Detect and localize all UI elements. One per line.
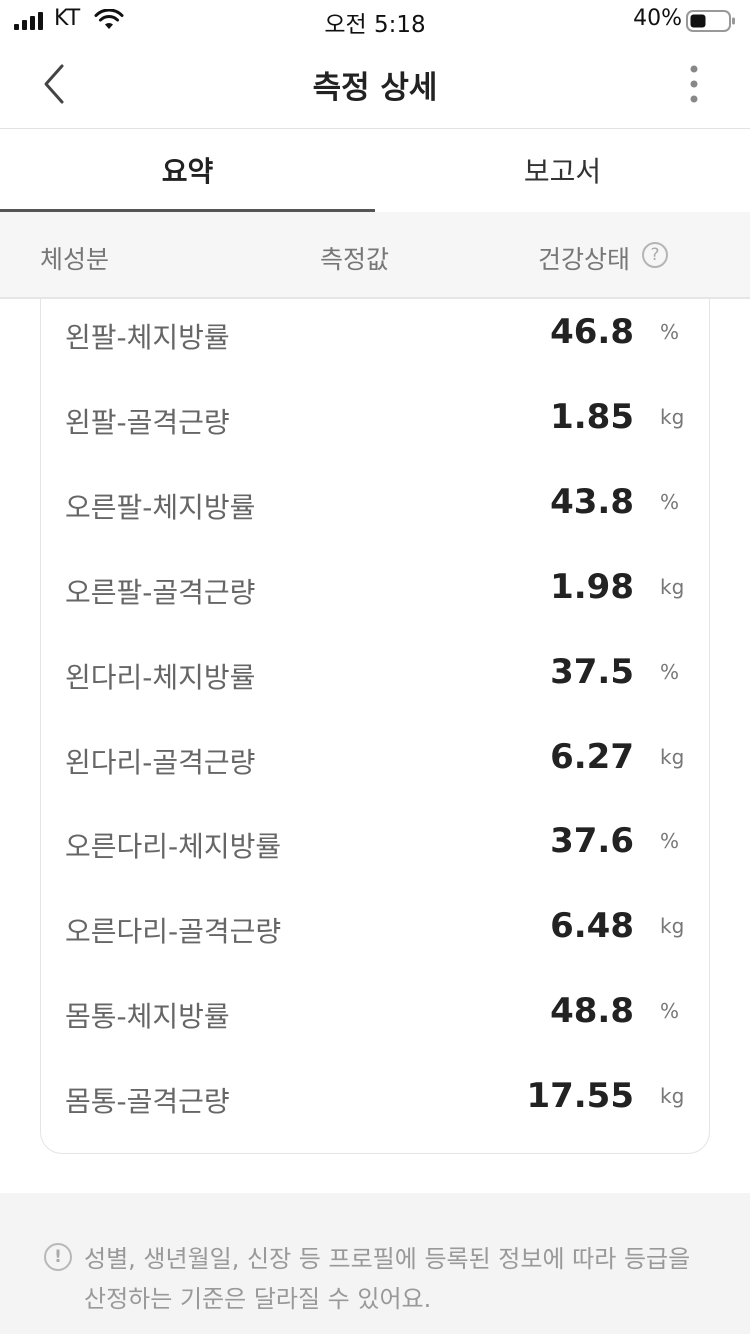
row-unit: kg	[660, 914, 685, 938]
exclamation-info-icon: !	[44, 1243, 72, 1271]
row-label: 왼팔-체지방률	[65, 321, 230, 354]
row-label: 오른팔-골격근량	[65, 576, 256, 609]
row-label: 오른다리-골격근량	[65, 915, 282, 948]
more-options-icon[interactable]	[682, 64, 706, 104]
row-value: 37.6	[550, 821, 634, 861]
tab-report[interactable]: 보고서	[375, 129, 750, 212]
row-label: 몸통-체지방률	[65, 1000, 230, 1033]
table-row: 왼다리-골격근량 6.27 kg	[41, 729, 709, 789]
column-header-component: 체성분	[40, 245, 110, 274]
row-value: 37.5	[550, 652, 634, 692]
row-value: 1.85	[550, 397, 634, 437]
table-row: 오른팔-체지방률 43.8 %	[41, 474, 709, 534]
tab-summary[interactable]: 요약	[0, 129, 375, 212]
table-row: 몸통-골격근량 17.55 kg	[41, 1068, 709, 1128]
help-question-icon[interactable]: ?	[642, 242, 668, 268]
row-unit: %	[660, 829, 680, 853]
row-label: 오른다리-체지방률	[65, 830, 282, 863]
row-value: 6.48	[550, 906, 634, 946]
table-row: 오른다리-골격근량 6.48 kg	[41, 898, 709, 958]
row-value: 43.8	[550, 482, 634, 522]
row-unit: %	[660, 490, 680, 514]
table-header: 체성분 측정값 건강상태 ?	[0, 212, 750, 299]
table-row: 왼팔-체지방률 46.8 %	[41, 304, 709, 364]
row-label: 몸통-골격근량	[65, 1085, 230, 1118]
row-unit: kg	[660, 405, 685, 429]
notice-text: 성별, 생년월일, 신장 등 프로필에 등록된 정보에 따라 등급을 산정하는 …	[84, 1245, 691, 1313]
row-label: 왼다리-골격근량	[65, 746, 256, 779]
row-value: 6.27	[550, 737, 634, 777]
tab-bar: 요약 보고서	[0, 129, 750, 213]
battery-icon	[686, 10, 735, 32]
row-unit: kg	[660, 745, 685, 769]
row-label: 왼다리-체지방률	[65, 661, 256, 694]
row-unit: %	[660, 320, 680, 344]
table-row: 몸통-체지방률 48.8 %	[41, 983, 709, 1043]
row-unit: %	[660, 660, 680, 684]
table-row: 왼팔-골격근량 1.85 kg	[41, 389, 709, 449]
measurement-card: 왼팔-체지방률 46.8 % 왼팔-골격근량 1.85 kg 오른팔-체지방률 …	[40, 299, 710, 1154]
row-value: 1.98	[550, 567, 634, 607]
info-notice: ! 성별, 생년월일, 신장 등 프로필에 등록된 정보에 따라 등급을 산정하…	[0, 1193, 750, 1334]
table-row: 오른팔-골격근량 1.98 kg	[41, 559, 709, 619]
row-value: 17.55	[526, 1076, 634, 1116]
row-value: 48.8	[550, 991, 634, 1031]
row-value: 46.8	[550, 312, 634, 352]
table-row: 오른다리-체지방률 37.6 %	[41, 813, 709, 873]
battery-percentage: 40%	[633, 6, 682, 31]
row-label: 왼팔-골격근량	[65, 406, 230, 439]
status-bar: KT 오전 5:18 40%	[0, 0, 750, 40]
row-unit: kg	[660, 575, 685, 599]
row-unit: kg	[660, 1084, 685, 1108]
page-title: 측정 상세	[312, 70, 438, 106]
row-label: 오른팔-체지방률	[65, 491, 256, 524]
column-header-value: 측정값	[320, 245, 390, 274]
table-row: 왼다리-체지방률 37.5 %	[41, 644, 709, 704]
row-unit: %	[660, 999, 680, 1023]
navigation-bar: 측정 상세	[0, 40, 750, 129]
column-header-health: 건강상태	[538, 245, 631, 274]
